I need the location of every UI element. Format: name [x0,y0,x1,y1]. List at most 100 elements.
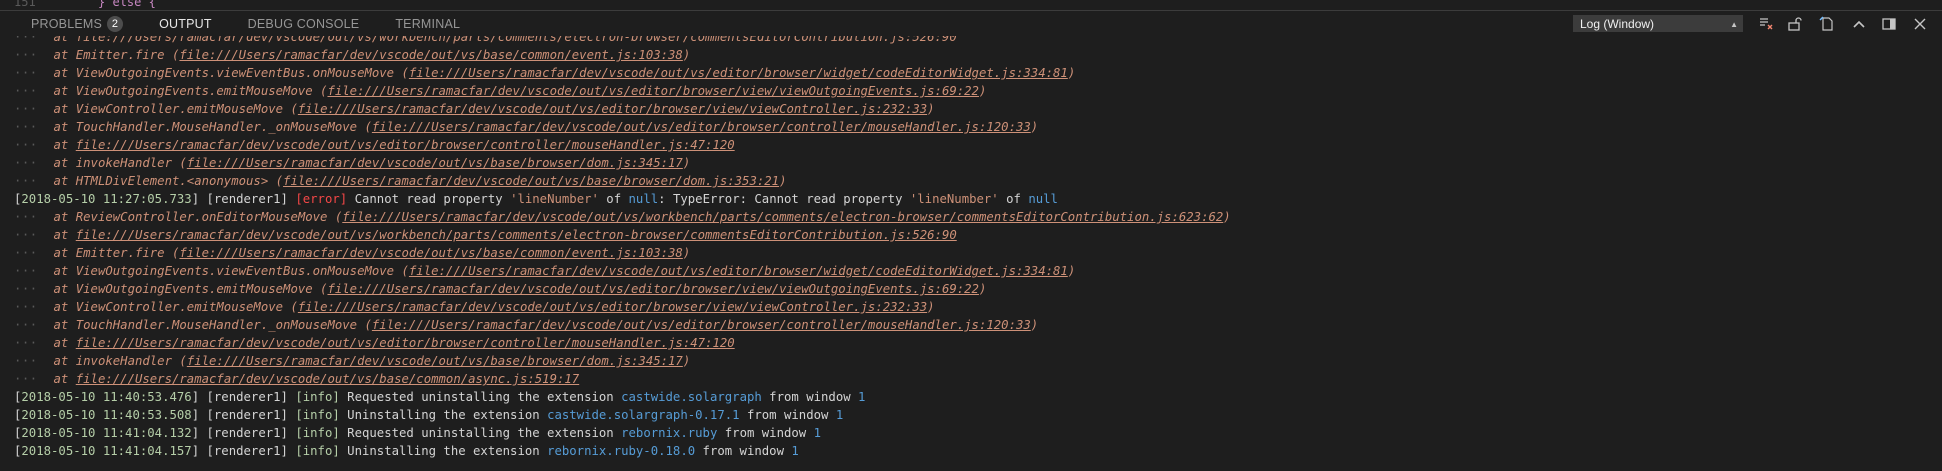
stack-frame-function: at Emitter.fire [53,246,165,260]
tab-debug-console-label: DEBUG CONSOLE [247,17,360,31]
stack-frame-link[interactable]: file:///Users/ramacfar/dev/vscode/out/vs… [298,102,927,116]
paren: ( [283,102,298,116]
paren: ( [268,174,284,188]
clear-output-icon[interactable] [1757,15,1775,33]
info-message: Requested uninstalling the extension [347,390,622,404]
log-line: [2018-05-10 11:41:04.157] [renderer1] [i… [0,442,799,460]
stack-frame-function: at TouchHandler.MouseHandler._onMouseMov… [53,120,358,134]
bracket: ] [191,426,207,440]
log-source: [renderer1] [206,408,288,422]
log-line: ··· at ViewController.emitMouseMove (fil… [0,298,935,316]
tab-problems[interactable]: PROBLEMS 2 [31,11,124,37]
log-timestamp: 2018-05-10 11:40:53.508 [21,408,192,422]
log-line: ··· at ViewController.emitMouseMove (fil… [0,100,935,118]
log-line: [2018-05-10 11:40:53.508] [renderer1] [i… [0,406,843,424]
extension-id: castwide.solargraph-0.17.1 [547,408,740,422]
output-log[interactable]: ··· at file:///Users/ramacfar/dev/vscode… [0,36,1942,471]
stack-frame-function: at ViewOutgoingEvents.emitMouseMove [53,282,313,296]
toggle-layout-icon[interactable] [1880,15,1898,33]
stack-frame-link[interactable]: file:///Users/ramacfar/dev/vscode/out/vs… [179,246,682,260]
log-line: ··· at Emitter.fire (file:///Users/ramac… [0,46,690,64]
info-message-mid: from window [695,444,792,458]
indent-guide: ··· [14,318,54,332]
stack-frame-link[interactable]: file:///Users/ramacfar/dev/vscode/out/vs… [372,120,1031,134]
stack-frame-function: at ViewController.emitMouseMove [53,102,284,116]
stack-frame-function: at ViewController.emitMouseMove [53,300,284,314]
error-null: null [628,192,659,206]
indent-guide: ··· [14,48,54,62]
stack-frame-function: at invokeHandler [53,156,172,170]
paren: ( [164,246,180,260]
stack-frame-function: at ViewOutgoingEvents.emitMouseMove [53,84,313,98]
maximize-panel-icon[interactable] [1850,15,1868,33]
log-timestamp: 2018-05-10 11:40:53.476 [21,390,192,404]
paren: ) [978,84,987,98]
log-line: ··· at ViewOutgoingEvents.viewEventBus.o… [0,64,1075,82]
paren: ) [978,282,987,296]
stack-frame-link[interactable]: file:///Users/ramacfar/dev/vscode/out/vs… [76,138,735,152]
log-level-info: [info] [295,444,340,458]
stack-frame-function: at invokeHandler [53,354,172,368]
tab-output-label: OUTPUT [159,17,212,31]
log-line: ··· at ViewOutgoingEvents.emitMouseMove … [0,82,986,100]
output-channel-select[interactable]: Log (Window) ▲ [1573,15,1743,32]
paren: ( [283,300,298,314]
log-source: [renderer1] [206,444,288,458]
log-line: ··· at ViewOutgoingEvents.emitMouseMove … [0,280,986,298]
log-line: ··· at ReviewController.onEditorMouseMov… [0,208,1231,226]
output-scrollbar[interactable] [1928,36,1942,471]
stack-frame-link[interactable]: file:///Users/ramacfar/dev/vscode/out/vs… [187,156,683,170]
stack-frame-link[interactable]: file:///Users/ramacfar/dev/vscode/out/vs… [76,228,957,242]
paren: ) [779,174,787,188]
lock-scroll-icon[interactable] [1785,15,1803,33]
log-line: ··· at file:///Users/ramacfar/dev/vscode… [0,226,957,244]
indent-guide: ··· [14,264,54,278]
stack-frame-at: at [53,228,69,242]
info-message: Uninstalling the extension [347,444,548,458]
bracket: ] [191,390,207,404]
log-source: [renderer1] [206,192,288,206]
stack-frame-link[interactable]: file:///Users/ramacfar/dev/vscode/out/vs… [76,372,579,386]
window-number: 1 [791,444,799,458]
open-log-file-icon[interactable] [1818,15,1836,33]
paren: ( [327,210,343,224]
paren: ( [172,354,187,368]
tab-terminal[interactable]: TERMINAL [395,11,460,37]
paren: ( [164,48,180,62]
stack-frame-link[interactable]: file:///Users/ramacfar/dev/vscode/out/vs… [327,282,979,296]
log-timestamp: 2018-05-10 11:27:05.733 [21,192,192,206]
stack-frame-link[interactable]: file:///Users/ramacfar/dev/vscode/out/vs… [298,300,927,314]
stack-frame-link[interactable]: file:///Users/ramacfar/dev/vscode/out/vs… [342,210,1223,224]
stack-frame-link[interactable]: file:///Users/ramacfar/dev/vscode/out/vs… [409,264,1068,278]
stack-frame-link[interactable]: file:///Users/ramacfar/dev/vscode/out/vs… [283,174,779,188]
output-channel-value: Log (Window) [1580,17,1655,31]
error-message-2: : TypeError: Cannot read property [658,192,910,206]
log-timestamp: 2018-05-10 11:41:04.157 [21,444,192,458]
stack-frame-link[interactable]: file:///Users/ramacfar/dev/vscode/out/vs… [76,336,735,350]
indent-guide: ··· [14,210,54,224]
stack-frame-link[interactable]: file:///Users/ramacfar/dev/vscode/out/vs… [409,66,1068,80]
stack-frame-at: at [53,336,69,350]
extension-id: castwide.solargraph [621,390,762,404]
log-level-info: [info] [295,390,340,404]
indent-guide: ··· [14,84,54,98]
select-arrows-icon: ▲ [1730,20,1738,29]
paren: ) [927,300,935,314]
stack-frame-link[interactable]: file:///Users/ramacfar/dev/vscode/out/vs… [372,318,1031,332]
tab-output[interactable]: OUTPUT [159,11,212,37]
stack-frame-link[interactable]: file:///Users/ramacfar/dev/vscode/out/vs… [327,84,979,98]
error-of: of [598,192,629,206]
editor-peek: 151 } else { [0,0,1942,10]
stack-frame-link[interactable]: file:///Users/ramacfar/dev/vscode/out/vs… [179,48,682,62]
tab-debug-console[interactable]: DEBUG CONSOLE [248,11,360,37]
log-line: ··· at TouchHandler.MouseHandler._onMous… [0,118,1038,136]
stack-frame-link[interactable]: file:///Users/ramacfar/dev/vscode/out/vs… [187,354,683,368]
log-line: ··· at invokeHandler (file:///Users/rama… [0,154,690,172]
info-message-mid: from window [739,408,836,422]
error-of-2: of [998,192,1029,206]
window-number: 1 [858,390,866,404]
info-message: Uninstalling the extension [347,408,548,422]
stack-frame-text: at file:///Users/ramacfar/dev/vscode/out… [53,36,957,44]
paren: ( [394,66,409,80]
close-panel-icon[interactable] [1911,15,1929,33]
